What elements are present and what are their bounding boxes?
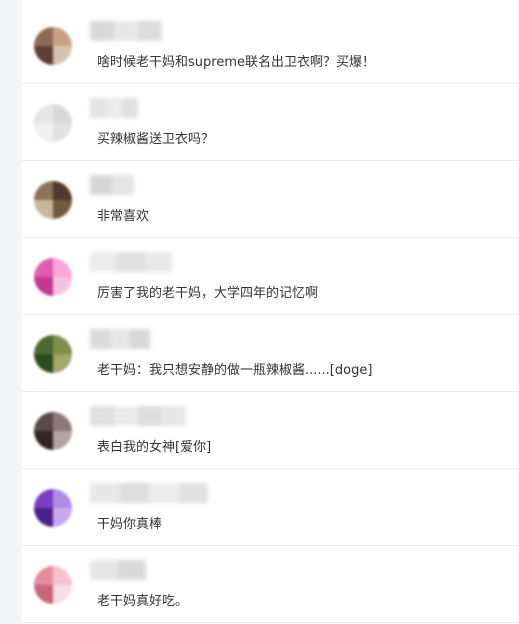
user-avatar[interactable] [34,489,72,527]
blur-block [110,329,130,349]
avatar-pixel [53,181,72,200]
blur-block [90,252,117,272]
avatar-pixel [53,46,72,65]
blur-block [138,21,162,41]
blur-block [118,560,146,580]
avatar-pixel [34,354,53,373]
user-avatar[interactable] [34,27,72,65]
avatar-pixel [34,181,53,200]
comment-item: 老干妈真好吃。 [22,546,519,623]
comment-text: 干妈你真棒 [97,517,163,532]
avatar-pixel [34,412,53,431]
avatar-pixel [34,335,53,354]
comment-item: 厉害了我的老干妈，大学四年的记忆啊 [22,238,519,315]
avatar-pixel [34,27,53,46]
user-avatar[interactable] [34,335,72,373]
comment-text: 老干妈真好吃。 [97,594,189,609]
username-blurred[interactable] [90,406,186,426]
avatar-pixel [53,508,72,527]
avatar-pixel [53,200,72,219]
blur-block [90,483,120,503]
blur-block [149,483,179,503]
blur-block [114,21,138,41]
blur-block [117,252,145,272]
comment-text: 非常喜欢 [97,209,150,224]
avatar-pixel [53,277,72,296]
username-blurred[interactable] [90,252,172,272]
blur-block [112,175,134,195]
comment-item: 表白我的女神[爱你] [22,392,519,469]
user-avatar[interactable] [34,258,72,296]
blur-block [138,406,162,426]
avatar-pixel [34,200,53,219]
blur-block [90,406,114,426]
avatar-pixel [34,431,53,450]
blur-block [90,329,110,349]
username-blurred[interactable] [90,98,138,118]
username-blurred[interactable] [90,560,146,580]
user-avatar[interactable] [34,566,72,604]
avatar-pixel [34,489,53,508]
avatar-pixel [34,566,53,585]
avatar-pixel [53,489,72,508]
blur-block [90,560,118,580]
username-blurred[interactable] [90,483,208,503]
blur-block [120,483,149,503]
blur-block [114,406,138,426]
comment-list: 啥时候老干妈和supreme联名出卫衣啊？买爆！ 买辣椒酱送卫衣吗？ 非常喜欢 [22,0,519,624]
avatar-pixel [53,412,72,431]
avatar-pixel [34,508,53,527]
comment-text: 表白我的女神[爱你] [97,440,212,455]
blur-block [90,98,106,118]
avatar-pixel [53,123,72,142]
blur-block [122,98,138,118]
avatar-pixel [53,335,72,354]
avatar-pixel [53,585,72,604]
user-avatar[interactable] [34,412,72,450]
comment-item: 非常喜欢 [22,161,519,238]
user-avatar[interactable] [34,104,72,142]
avatar-pixel [53,431,72,450]
comment-item: 干妈你真棒 [22,469,519,546]
avatar-pixel [53,27,72,46]
username-blurred[interactable] [90,21,162,41]
blur-block [145,252,172,272]
comment-item: 啥时候老干妈和supreme联名出卫衣啊？买爆！ [22,7,519,84]
blur-block [90,175,112,195]
user-avatar[interactable] [34,181,72,219]
comment-item: 买辣椒酱送卫衣吗？ [22,84,519,161]
avatar-pixel [34,277,53,296]
blur-block [179,483,208,503]
avatar-pixel [34,123,53,142]
avatar-pixel [34,46,53,65]
comment-text: 买辣椒酱送卫衣吗？ [97,132,215,147]
comment-text: 老干妈：我只想安静的做一瓶辣椒酱......[doge] [97,363,373,378]
username-blurred[interactable] [90,329,150,349]
username-blurred[interactable] [90,175,134,195]
avatar-pixel [34,258,53,277]
avatar-pixel [53,104,72,123]
comment-text: 厉害了我的老干妈，大学四年的记忆啊 [97,286,319,301]
comment-text: 啥时候老干妈和supreme联名出卫衣啊？买爆！ [97,55,375,70]
avatar-pixel [34,104,53,123]
blur-block [90,21,114,41]
comment-item: 老干妈：我只想安静的做一瓶辣椒酱......[doge] [22,315,519,392]
avatar-pixel [53,566,72,585]
avatar-pixel [53,354,72,373]
avatar-pixel [34,585,53,604]
avatar-pixel [53,258,72,277]
blur-block [106,98,122,118]
blur-block [162,406,186,426]
blur-block [130,329,150,349]
